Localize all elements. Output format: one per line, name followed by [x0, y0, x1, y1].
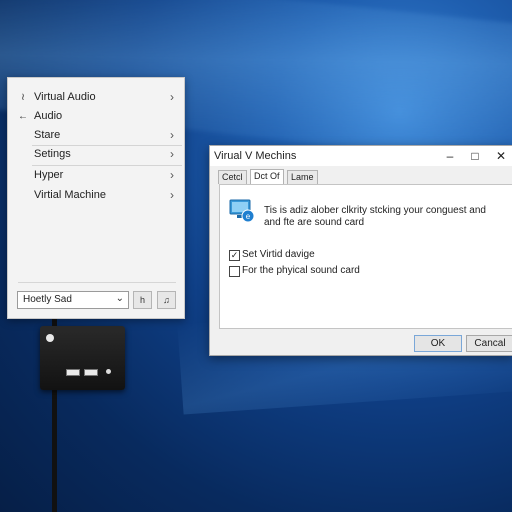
audio-jack	[106, 369, 111, 374]
dialog-titlebar[interactable]: Virual V Mechins – □ ✕	[210, 146, 512, 166]
menu-item-label: Virtual Audio	[34, 91, 96, 103]
tab-dct-of[interactable]: Dct Of	[250, 169, 284, 184]
music-note-button[interactable]: ♫	[157, 291, 176, 309]
menu-item-audio[interactable]: ← Audio	[8, 107, 184, 125]
monitor-icon: e	[229, 199, 255, 223]
dialog-content: e Tis is adiz alober clkrity stcking you…	[219, 184, 512, 329]
menu-item-label: Setings	[34, 148, 71, 160]
chevron-right-icon: ›	[170, 90, 174, 104]
cancel-button[interactable]: Cancal	[466, 335, 512, 352]
menu-item-label: Hyper	[34, 169, 64, 181]
device-dropdown[interactable]: Hoetly Sad ⌄	[17, 291, 129, 309]
audio-wave-icon: ≀	[21, 91, 25, 103]
checkbox-checked[interactable]: ✓	[229, 250, 240, 261]
device-led	[46, 334, 54, 342]
usb-port	[84, 369, 98, 376]
maximize-button[interactable]: □	[464, 148, 486, 164]
menu-item-virtual-audio[interactable]: ≀ Virtual Audio ›	[8, 88, 184, 106]
menu-item-label: Virtial Machine	[34, 189, 106, 201]
dialog-description: Tis is adiz alober clkrity stcking your …	[264, 205, 512, 229]
tab-lame[interactable]: Lame	[287, 170, 318, 184]
menu-item-virtual-machine[interactable]: Virtial Machine ›	[8, 186, 184, 204]
menu-item-label: Stare	[34, 129, 61, 141]
checkbox-label: Set Virtid davige	[242, 249, 315, 260]
back-arrow-icon: ←	[18, 110, 28, 122]
close-button[interactable]: ✕	[490, 148, 512, 164]
menu-item-settings[interactable]: Setings ›	[8, 145, 184, 163]
menu-item-hyper[interactable]: Hyper ›	[8, 166, 184, 184]
context-menu: ≀ Virtual Audio › ← Audio Stare › Seting…	[7, 77, 185, 319]
description-line: Tis is adiz alober clkrity stcking your …	[264, 205, 486, 216]
virtual-machine-dialog: Virual V Mechins – □ ✕ Cetcl Dct Of Lame…	[209, 145, 512, 356]
menu-item-stare[interactable]: Stare ›	[8, 126, 184, 144]
dropdown-value: Hoetly Sad	[23, 294, 72, 305]
chevron-right-icon: ›	[170, 128, 174, 142]
menu-action-button[interactable]: h	[133, 291, 152, 309]
description-line: and fte are sound card	[264, 217, 365, 228]
usb-audio-device	[40, 326, 125, 390]
chevron-right-icon: ›	[170, 168, 174, 182]
chevron-right-icon: ›	[170, 188, 174, 202]
ok-button[interactable]: OK	[414, 335, 462, 352]
menu-item-label: Audio	[34, 110, 63, 122]
minimize-button[interactable]: –	[439, 148, 461, 164]
checkbox-unchecked[interactable]	[229, 266, 240, 277]
dialog-title: Virual V Mechins	[214, 150, 297, 162]
menu-footer-divider	[18, 282, 176, 283]
tab-cetcl[interactable]: Cetcl	[218, 170, 247, 184]
chevron-right-icon: ›	[170, 147, 174, 161]
svg-text:e: e	[246, 212, 251, 221]
checkbox-label: For the phyical sound card	[242, 265, 360, 276]
chevron-down-icon: ⌄	[115, 293, 124, 304]
usb-port	[66, 369, 80, 376]
